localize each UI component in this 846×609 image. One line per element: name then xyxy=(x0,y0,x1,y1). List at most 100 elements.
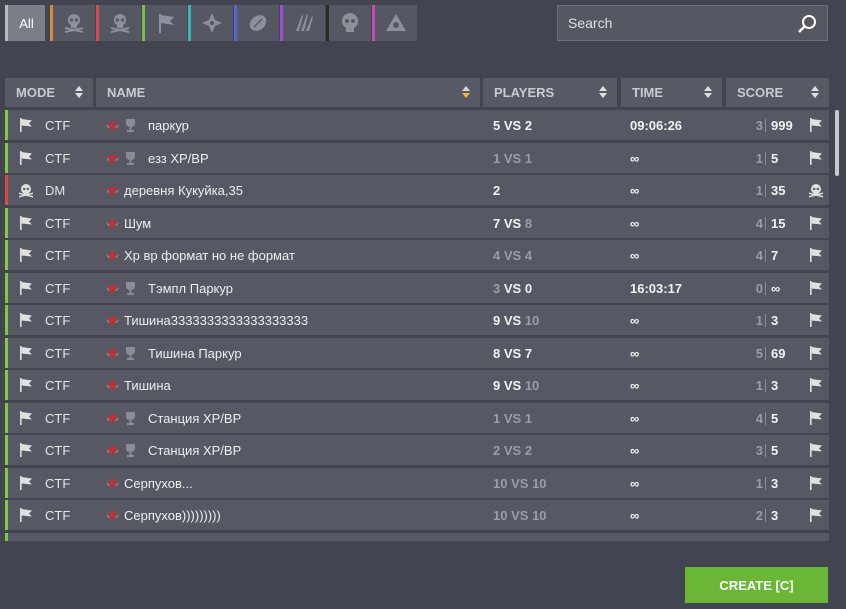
scrollbar-thumb[interactable] xyxy=(835,110,839,176)
battle-row[interactable]: CTF Тэмпл Паркур 3 VS 0 16:03:17 0 ∞ xyxy=(5,272,829,303)
players-count: 9 VS 10 xyxy=(493,378,539,393)
players-team-a: 9 xyxy=(493,313,501,328)
rank-star-icon xyxy=(106,216,119,229)
score-divider xyxy=(765,216,766,230)
search-icon[interactable] xyxy=(797,14,817,34)
mode-label: CTF xyxy=(45,508,71,523)
column-header-players[interactable]: PLAYERS xyxy=(483,78,617,107)
flag-icon xyxy=(20,475,32,490)
flag-icon xyxy=(810,313,822,327)
score-right: 3 xyxy=(771,475,779,491)
battle-row[interactable]: CTF Станция ХР/ВР 1 VS 1 ∞ 4 5 xyxy=(5,402,829,433)
battle-row[interactable]: CTF Хр вр формат но не формат 4 VS 4 ∞ 4… xyxy=(5,240,829,270)
column-header-score[interactable]: SCORE xyxy=(726,78,829,107)
battle-row[interactable]: CTF Станция ХР/ВР 2 VS 2 ∞ 3 5 xyxy=(5,435,829,465)
trophy-icon xyxy=(126,411,135,425)
score-right: 5 xyxy=(771,410,779,426)
search-input[interactable] xyxy=(568,6,788,40)
flag-icon xyxy=(810,215,822,230)
column-header-time[interactable]: TIME xyxy=(621,78,722,107)
score-divider xyxy=(765,151,766,165)
players-count: 5 VS 2 xyxy=(493,118,532,133)
create-battle-button[interactable]: CREATE [C] xyxy=(685,567,828,603)
players-count: 10 VS 10 xyxy=(493,476,547,491)
mode-color-bar xyxy=(5,370,8,400)
battle-row[interactable]: CTF Тишина Паркур 8 VS 7 ∞ 5 69 xyxy=(5,337,829,368)
players-team-a: 4 xyxy=(493,248,501,263)
score-right: 3 xyxy=(771,378,779,393)
players-vs: VS xyxy=(503,443,522,458)
flag-icon xyxy=(810,150,822,165)
players-team-a: 7 xyxy=(493,215,501,231)
battle-row[interactable]: CTF езз ХР/ВР 1 VS 1 ∞ 1 5 xyxy=(5,142,829,173)
filter-mode-button[interactable] xyxy=(280,5,325,41)
battle-row[interactable]: CTF Серпухов))))))))) 10 VS 10 ∞ 2 3 xyxy=(5,500,829,530)
score-right: 3 xyxy=(771,508,779,523)
filter-mode-button[interactable] xyxy=(50,5,95,41)
column-header-mode[interactable]: MODE xyxy=(5,78,93,107)
filter-all-button[interactable]: All xyxy=(5,5,45,41)
score-right: ∞ xyxy=(771,280,781,296)
score-right: 3 xyxy=(771,313,779,328)
filter-mode-button[interactable] xyxy=(96,5,141,41)
mode-label: CTF xyxy=(45,378,71,393)
filter-mode-button[interactable] xyxy=(326,5,371,41)
filter-mode-button[interactable] xyxy=(372,5,417,41)
battle-row[interactable]: CTF Шум 7 VS 8 ∞ 4 15 xyxy=(5,207,829,238)
score-divider xyxy=(765,509,766,522)
score-left: 1 xyxy=(755,150,763,166)
nuclear-icon xyxy=(386,14,406,31)
trophy-icon xyxy=(126,444,135,457)
players-vs: VS xyxy=(503,150,522,166)
time-remaining: ∞ xyxy=(630,345,640,361)
scrollbar[interactable] xyxy=(835,110,839,541)
filter-all-label: All xyxy=(19,15,34,31)
sort-icon xyxy=(599,86,608,99)
players-team-a: 5 xyxy=(493,118,501,133)
filter-mode-button[interactable] xyxy=(188,5,233,41)
time-remaining: ∞ xyxy=(630,410,640,426)
flag-icon xyxy=(810,508,822,522)
players-vs: VS xyxy=(511,508,529,523)
players-team-b: 10 xyxy=(532,475,547,491)
battle-row[interactable]: CTF Тишина 9 VS 10 ∞ 1 3 xyxy=(5,370,829,400)
players-count: 2 VS 2 xyxy=(493,443,532,458)
players-team-b: 2 xyxy=(524,118,533,133)
score-left: 4 xyxy=(755,410,763,426)
flag-icon xyxy=(810,280,822,295)
score-right: 15 xyxy=(771,215,786,231)
players-team-b: 1 xyxy=(524,150,533,166)
score-left: 4 xyxy=(755,215,763,231)
players-count: 1 VS 1 xyxy=(493,411,532,426)
time-remaining: ∞ xyxy=(630,508,640,523)
column-header-label: PLAYERS xyxy=(494,85,555,100)
filter-mode-button[interactable] xyxy=(234,5,279,41)
players-team-a: 3 xyxy=(493,280,501,296)
mode-label: CTF xyxy=(45,345,71,361)
score-left: 3 xyxy=(755,118,763,133)
mode-label: CTF xyxy=(45,280,71,296)
battle-row[interactable] xyxy=(5,532,829,541)
mode-filter-bar: All xyxy=(5,5,417,41)
time-remaining: ∞ xyxy=(630,183,640,198)
mode-label: CTF xyxy=(45,248,71,263)
column-header-name[interactable]: NAME xyxy=(96,78,480,107)
battle-row[interactable]: CTF Серпухов... 10 VS 10 ∞ 1 3 xyxy=(5,467,829,498)
flag-icon xyxy=(20,313,32,327)
rank-star-icon xyxy=(106,249,119,261)
battle-name: Тишина3333333333333333333 xyxy=(124,313,309,328)
battle-row[interactable]: CTF Тишина3333333333333333333 9 VS 10 ∞ … xyxy=(5,305,829,335)
players-team-b: 10 xyxy=(524,313,540,328)
mode-color-bar xyxy=(5,142,8,173)
battle-row[interactable]: DM деревня Кукуйка,35 2 ∞ 1 35 xyxy=(5,175,829,205)
flag-icon xyxy=(20,443,32,457)
filter-mode-button[interactable] xyxy=(142,5,187,41)
players-team-a: 9 xyxy=(493,378,501,393)
battle-row[interactable]: CTF паркур 5 VS 2 09:06:26 3 999 xyxy=(5,110,829,140)
time-remaining: 16:03:17 xyxy=(630,280,683,296)
score-right: 69 xyxy=(771,345,786,361)
flag-icon xyxy=(20,378,32,392)
time-remaining: ∞ xyxy=(630,248,640,263)
flag-icon xyxy=(20,118,32,132)
mode-label: CTF xyxy=(45,118,71,133)
